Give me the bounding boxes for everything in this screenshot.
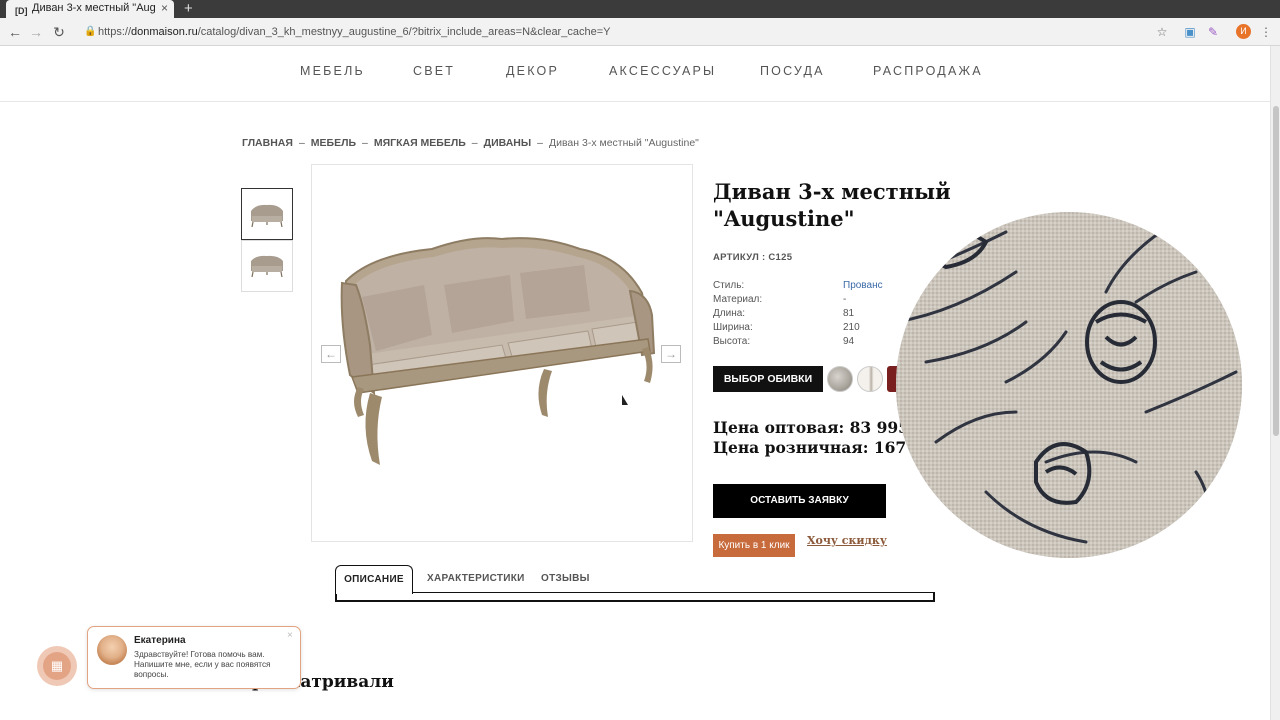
breadcrumb-current: Диван 3-х местный "Augustine" [549,137,699,149]
spec-value-style[interactable]: Прованс [843,280,883,291]
extension-cube-icon[interactable]: ▣ [1183,25,1197,39]
spec-label-width: Ширина: [713,322,753,333]
breadcrumb-link-sofas[interactable]: ДИВАНЫ [484,137,532,149]
fabric-zoom-preview [896,212,1242,558]
want-discount-link[interactable]: Хочу скидку [807,534,887,547]
spec-label-height: Высота: [713,336,751,347]
product-main-image[interactable]: ← → [311,164,693,542]
breadcrumb-separator: – [298,137,305,149]
tab-reviews[interactable]: ОТЗЫВЫ [541,573,590,584]
extension-pen-icon[interactable]: ✎ [1206,25,1220,39]
site-nav: МЕБЕЛЬ СВЕТ ДЕКОР АКСЕССУАРЫ ПОСУДА РАСП… [0,46,1272,102]
browser-tab[interactable]: [D] Диван 3-х местный "Aug × [6,0,174,18]
nav-item-furniture[interactable]: МЕБЕЛЬ [300,64,365,78]
chat-message: Здравствуйте! Готова помочь вам. Напишит… [134,650,271,679]
chat-close-icon[interactable]: × [287,630,293,641]
address-bar[interactable]: 🔒 https://donmaison.ru/catalog/divan_3_k… [80,21,1140,43]
chat-icon: ▦ [43,652,71,680]
submit-request-button[interactable]: ОСТАВИТЬ ЗАЯВКУ [713,484,886,518]
gallery-thumbnail-2[interactable] [241,240,293,292]
spec-label-style: Стиль: [713,280,745,291]
chat-launcher-button[interactable]: ▦ [37,646,77,686]
new-tab-icon[interactable]: + [184,0,193,17]
agent-avatar [97,635,127,665]
nav-item-light[interactable]: СВЕТ [413,64,455,78]
fabric-swatch-2[interactable] [857,366,883,392]
url-text: https://donmaison.ru/catalog/divan_3_kh_… [98,26,611,38]
spec-value-material: - [843,294,847,305]
tab-description[interactable]: ОПИСАНИЕ [335,565,413,594]
breadcrumb-link-soft-furniture[interactable]: МЯГКАЯ МЕБЕЛЬ [374,137,466,149]
gallery-prev-arrow-icon[interactable]: ← [321,345,341,363]
nav-item-decor[interactable]: ДЕКОР [506,64,559,78]
forward-arrow-icon[interactable]: → [27,23,45,41]
price-retail: Цена розничная: 167 99 [713,438,934,457]
tab-characteristics[interactable]: ХАРАКТЕРИСТИКИ [427,573,525,584]
spec-value-height: 94 [843,336,855,347]
upholstery-select-button[interactable]: ВЫБОР ОБИВКИ [713,366,823,392]
browser-toolbar: ← → ↻ 🔒 https://donmaison.ru/catalog/div… [0,18,1280,46]
spec-label-material: Материал: [713,294,763,305]
buy-one-click-button[interactable]: Купить в 1 клик [713,534,795,557]
spec-value-length: 81 [843,308,855,319]
breadcrumb-separator: – [362,137,368,149]
tab-title: Диван 3-х местный "Aug [32,2,156,14]
tabs-underline [335,592,935,602]
spec-label-length: Длина: [713,308,746,319]
profile-avatar[interactable]: И [1236,24,1251,39]
menu-dots-icon[interactable]: ⋮ [1259,25,1273,39]
nav-item-accessories[interactable]: АКСЕССУАРЫ [609,64,716,78]
product-tabs: ОПИСАНИЕ ХАРАКТЕРИСТИКИ ОТЗЫВЫ [335,565,935,602]
site-favicon-icon: [D] [15,6,28,16]
bookmark-star-icon[interactable]: ☆ [1155,25,1169,39]
breadcrumb-link-home[interactable]: ГЛАВНАЯ [242,137,293,149]
breadcrumb-separator: – [537,137,543,149]
product-title: Диван 3-х местный "Augustine" [713,179,951,231]
page-scrollbar[interactable] [1270,46,1280,720]
gallery-next-arrow-icon[interactable]: → [661,345,681,363]
tab-close-icon[interactable]: × [161,0,168,17]
breadcrumb-link-furniture[interactable]: МЕБЕЛЬ [311,137,356,149]
product-sku: АРТИКУЛ : C125 [713,252,793,263]
chat-agent-name: Екатерина [134,635,186,646]
breadcrumb-separator: – [471,137,478,149]
scrollbar-thumb[interactable] [1273,106,1279,436]
browser-tabstrip: [D] Диван 3-х местный "Aug × + [0,0,1280,18]
breadcrumb: ГЛАВНАЯ – МЕБЕЛЬ – МЯГКАЯ МЕБЕЛЬ – ДИВАНЫ – Дива… [242,137,699,149]
nav-item-tableware[interactable]: ПОСУДА [760,64,825,78]
fabric-swatch-1[interactable] [827,366,853,392]
spec-value-width: 210 [843,322,860,333]
chat-greeting-popup[interactable]: Екатерина Здравствуйте! Готова помочь ва… [87,626,301,689]
back-arrow-icon[interactable]: ← [6,23,24,41]
nav-item-sale[interactable]: РАСПРОДАЖА [873,64,983,78]
sofa-illustration [340,237,656,465]
reload-icon[interactable]: ↻ [50,23,68,41]
gallery-thumbnail-1[interactable] [241,188,293,240]
lock-icon: 🔒 [84,26,97,37]
